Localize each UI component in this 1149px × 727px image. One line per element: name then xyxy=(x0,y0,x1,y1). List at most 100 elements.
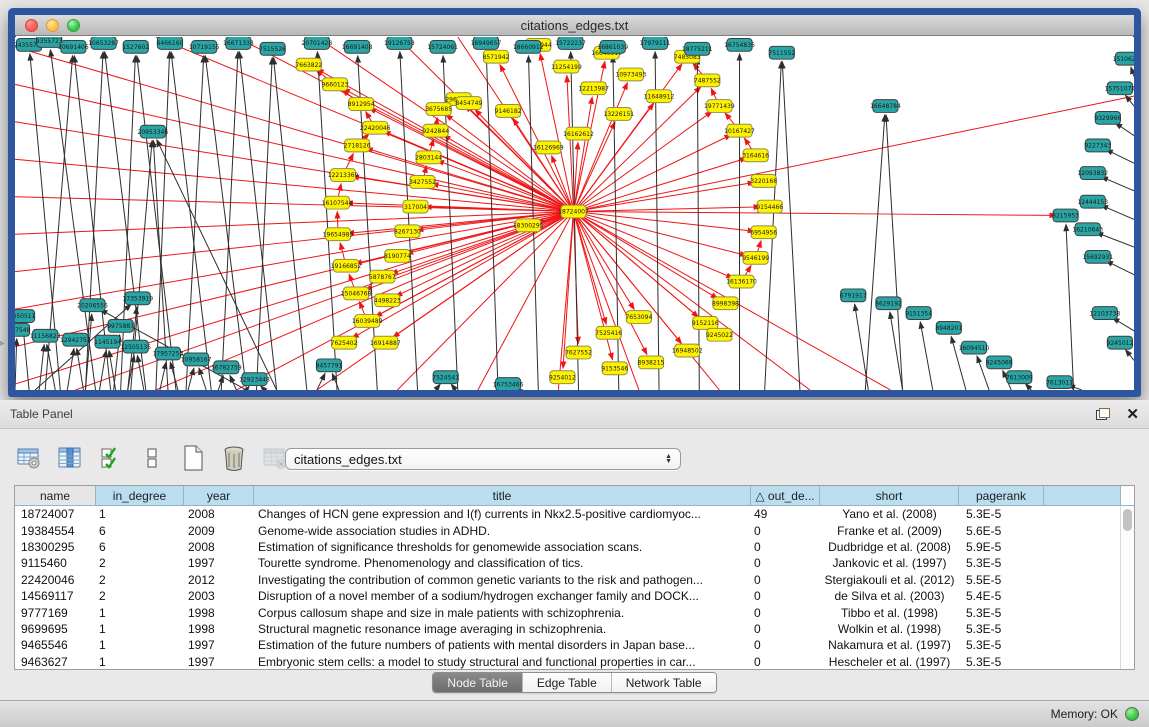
float-window-icon[interactable] xyxy=(1096,408,1110,420)
citation-edge-red[interactable] xyxy=(437,160,573,211)
teal-node[interactable]: 8948201 xyxy=(935,321,962,334)
yellow-node[interactable]: 16914887 xyxy=(370,336,401,349)
citation-edge-red[interactable] xyxy=(236,37,573,212)
yellow-node[interactable]: 8938215 xyxy=(638,356,665,369)
teal-node[interactable]: 12923448 xyxy=(239,373,270,386)
teal-node[interactable]: 9245068 xyxy=(986,356,1013,369)
teal-node[interactable]: 17957253 xyxy=(153,347,184,360)
teal-node[interactable]: 16754836 xyxy=(724,38,755,51)
teal-node[interactable]: 6791917 xyxy=(840,289,867,302)
yellow-node[interactable]: 9242844 xyxy=(422,124,449,137)
yellow-node[interactable]: 8190774 xyxy=(384,249,411,262)
yellow-node[interactable]: 12213987 xyxy=(578,82,609,95)
tab-node-table[interactable]: Node Table xyxy=(433,673,523,692)
teal-node[interactable]: 12093832 xyxy=(1077,167,1108,180)
teal-node[interactable]: 9227343 xyxy=(1084,139,1111,152)
yellow-node[interactable]: 9245022 xyxy=(706,328,733,341)
yellow-node[interactable]: 8998398 xyxy=(712,297,739,310)
citation-edge-black[interactable] xyxy=(100,350,107,390)
close-window-icon[interactable] xyxy=(25,19,38,32)
yellow-node[interactable]: 19654985 xyxy=(323,228,354,241)
citation-edge-black[interactable] xyxy=(697,58,699,390)
teal-node[interactable]: 8629192 xyxy=(875,297,902,310)
yellow-node[interactable]: 18724007 xyxy=(558,205,589,218)
citation-edge-black[interactable] xyxy=(67,348,74,390)
teal-node[interactable]: 9397548 xyxy=(15,323,31,336)
citation-edge-black[interactable] xyxy=(199,368,206,390)
yellow-node[interactable]: 12213369 xyxy=(328,169,359,182)
citation-edge-black[interactable] xyxy=(77,348,84,390)
table-column-icon[interactable] xyxy=(55,443,85,473)
citation-edge-black[interactable] xyxy=(1106,149,1134,163)
yellow-node[interactable]: 9154466 xyxy=(756,200,783,213)
yellow-node[interactable]: 13226151 xyxy=(603,108,634,121)
yellow-node[interactable]: 9546199 xyxy=(742,251,769,264)
citation-edge-black[interactable] xyxy=(218,376,223,390)
yellow-node[interactable]: 15046768 xyxy=(341,287,372,300)
column-header-name[interactable]: name xyxy=(15,486,96,505)
teal-node[interactable]: 20953346 xyxy=(138,125,169,138)
yellow-node[interactable]: 9254012 xyxy=(549,371,576,384)
teal-node[interactable]: 9329966 xyxy=(1094,111,1121,124)
teal-node[interactable]: 7613009 xyxy=(1006,371,1033,384)
citation-edge-red[interactable] xyxy=(573,96,1134,211)
table-selector-dropdown[interactable]: citations_edges.txt ▲▼ xyxy=(285,448,681,470)
yellow-node[interactable]: 16162612 xyxy=(563,127,594,140)
citation-edge-black[interactable] xyxy=(886,115,903,390)
citation-edge-black[interactable] xyxy=(1113,318,1134,331)
column-header-title[interactable]: title xyxy=(254,486,751,505)
yellow-node[interactable]: 11254199 xyxy=(551,60,582,73)
teal-node[interactable]: 16691408 xyxy=(342,40,373,53)
yellow-node[interactable]: 7627552 xyxy=(565,346,592,359)
teal-node[interactable]: 7524541 xyxy=(432,371,459,384)
yellow-node[interactable]: 317004 xyxy=(403,200,428,213)
yellow-node[interactable]: 16107544 xyxy=(322,196,353,209)
teal-node[interactable]: 17979111 xyxy=(640,37,671,49)
yellow-node[interactable]: 4498223 xyxy=(374,294,401,307)
yellow-node[interactable]: 10973493 xyxy=(616,68,647,81)
column-header-pagerank[interactable]: pagerank xyxy=(959,486,1044,505)
teal-node[interactable]: 17353919 xyxy=(122,292,153,305)
yellow-node[interactable]: 8454749 xyxy=(455,97,482,110)
yellow-node[interactable]: 16126969 xyxy=(533,141,564,154)
teal-node[interactable]: 1145194 xyxy=(94,335,121,348)
table-row[interactable]: 911546021997Tourette syndrome. Phenomeno… xyxy=(15,555,1120,571)
teal-node[interactable]: 8215953 xyxy=(1052,209,1079,222)
citation-edge-black[interactable] xyxy=(782,62,800,390)
trash-icon[interactable] xyxy=(219,443,249,473)
teal-node[interactable]: 16210643 xyxy=(1072,223,1103,236)
citation-edge-black[interactable] xyxy=(400,52,418,390)
column-header-short[interactable]: short xyxy=(820,486,959,505)
citation-edge-black[interactable] xyxy=(436,384,441,390)
citation-edge-black[interactable] xyxy=(188,368,194,390)
teal-node[interactable]: 9151354 xyxy=(905,307,932,320)
citation-edge-black[interactable] xyxy=(1066,224,1074,390)
yellow-node[interactable]: 9146182 xyxy=(495,105,522,118)
citation-edge-black[interactable] xyxy=(1115,123,1134,136)
citation-edge-black[interactable] xyxy=(47,344,55,390)
yellow-node[interactable]: 5878767 xyxy=(369,270,396,283)
column-header-in_degree[interactable]: in_degree xyxy=(96,486,184,505)
citation-edge-red[interactable] xyxy=(391,212,574,274)
yellow-node[interactable]: 2803144 xyxy=(415,151,442,164)
citation-edge-black[interactable] xyxy=(1131,67,1134,76)
scrollbar-thumb[interactable] xyxy=(1123,509,1132,531)
teal-node[interactable]: 12103738 xyxy=(1089,307,1120,320)
minimize-window-icon[interactable] xyxy=(46,19,59,32)
network-window-titlebar[interactable]: citations_edges.txt xyxy=(15,15,1134,36)
teal-node[interactable]: 7511552 xyxy=(768,46,795,59)
citation-edge-black[interactable] xyxy=(451,384,456,390)
yellow-node[interactable]: 3164616 xyxy=(742,149,769,162)
teal-node[interactable]: 19126758 xyxy=(384,37,415,49)
table-row[interactable]: 1938455462009Genome-wide association stu… xyxy=(15,522,1120,538)
teal-node[interactable]: 11156823 xyxy=(30,329,61,342)
citation-edge-black[interactable] xyxy=(855,304,869,390)
yellow-node[interactable]: 9660123 xyxy=(322,78,349,91)
table-settings-icon[interactable] xyxy=(14,443,44,473)
unselect-rows-icon[interactable] xyxy=(137,443,167,473)
citation-edge-red[interactable] xyxy=(563,212,573,369)
column-header-empty[interactable] xyxy=(1044,486,1121,505)
teal-node[interactable]: 9350511 xyxy=(15,310,36,323)
citation-edge-red[interactable] xyxy=(573,212,733,279)
citation-edge-black[interactable] xyxy=(1101,205,1134,219)
